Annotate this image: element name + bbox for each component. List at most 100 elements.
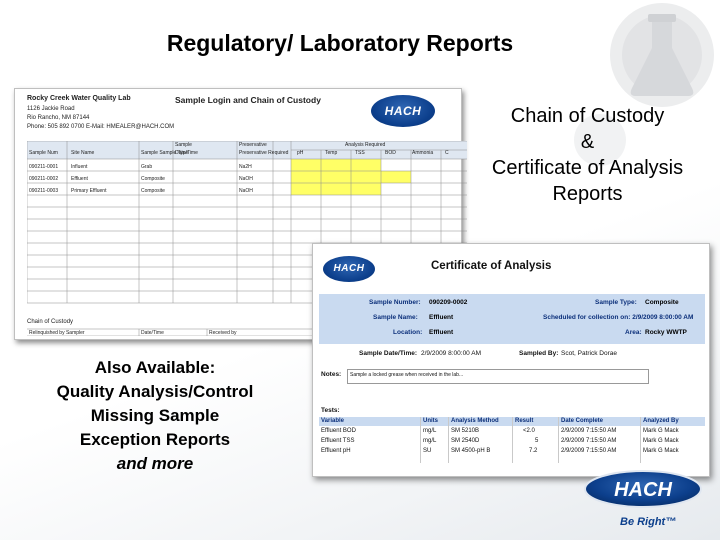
coc-col-date-time: Date/Time — [175, 150, 198, 156]
sample-number-label: Sample Number: — [369, 299, 421, 306]
coc-heading: Sample Login and Chain of Custody — [175, 95, 321, 105]
coc-row-2-type: Composite — [141, 176, 165, 182]
lab-address-2: Rio Rancho, NM 87144 — [27, 115, 90, 121]
caption-line-4: Reports — [552, 183, 623, 205]
tests-col-analyzed-by: Analyzed By — [643, 418, 679, 424]
coc-col-c: C — [445, 150, 449, 156]
footer-tagline: Be Right™ — [620, 516, 676, 528]
also-line-2: Quality Analysis/Control — [56, 382, 254, 401]
test-variable: Effluent BOD — [321, 428, 356, 434]
test-method: SM 2540D — [451, 438, 480, 444]
test-analyst: Mark G Mack — [643, 448, 679, 454]
coc-col-sample-num: Sample Num — [29, 150, 58, 156]
coc-col-temp: Temp — [325, 150, 338, 156]
also-line-1: Also Available: — [94, 358, 216, 377]
test-date: 2/9/2009 7:15:50 AM — [561, 448, 617, 454]
test-result: 7.2 — [529, 448, 538, 454]
test-analyst: Mark G Mack — [643, 438, 679, 444]
certificate-of-analysis-document: HACH Certificate of Analysis Sample Numb… — [312, 243, 710, 477]
scheduled-collection: Scheduled for collection on: 2/9/2009 8:… — [543, 314, 694, 321]
test-date: 2/9/2009 7:15:50 AM — [561, 438, 617, 444]
coc-row-2-pres: NaOH — [239, 176, 253, 182]
tests-divider — [420, 417, 421, 463]
tests-col-date-complete: Date Complete — [561, 418, 604, 424]
coc-row-2-num: 090211-0002 — [29, 176, 59, 182]
coc-col-ammonia: Ammonia — [412, 150, 434, 156]
lab-name: Rocky Creek Water Quality Lab — [27, 95, 131, 102]
coc-group-preservative: Preservative — [239, 142, 267, 148]
coc-row-1-type: Grab — [141, 164, 153, 170]
slide-title: Regulatory/ Laboratory Reports — [166, 30, 514, 56]
custody-col-relinquished: Relinquished by Sampler — [29, 330, 85, 336]
test-method: SM 5210B — [451, 428, 480, 434]
area-value: Rocky WWTP — [645, 329, 687, 336]
hach-logo: HACH — [371, 95, 435, 127]
tests-col-variable: Variable — [321, 418, 345, 424]
test-analyst: Mark G Mack — [643, 428, 679, 434]
custody-heading: Chain of Custody — [27, 319, 74, 325]
location-value: Effluent — [429, 329, 454, 336]
coc-row-3-type: Composite — [141, 188, 165, 194]
coc-col-site-name: Site Name — [71, 150, 95, 156]
hach-footer-logo: HACH Be Right™ — [584, 470, 702, 528]
sample-type-label: Sample Type: — [595, 299, 637, 306]
caption-line-1: Chain of Custody — [510, 105, 665, 127]
coc-row-1-site: Influent — [71, 164, 88, 170]
tests-divider — [512, 417, 513, 463]
coc-group-sample: Sample — [175, 142, 192, 148]
coa-title: Certificate of Analysis — [431, 260, 552, 272]
test-date: 2/9/2009 7:15:50 AM — [561, 428, 617, 434]
lab-phone: Phone: 505 892 0700 E-Mail: HMEALER@HACH… — [27, 124, 175, 130]
tests-divider — [558, 417, 559, 463]
sample-name-value: Effluent — [429, 314, 454, 321]
coc-row-3-num: 090211-0003 — [29, 188, 59, 194]
lab-address-1: 1126 Jackie Road — [27, 106, 75, 112]
custody-col-received: Received by — [209, 330, 237, 336]
also-more: and more — [116, 454, 194, 473]
tests-label: Tests: — [321, 407, 340, 414]
area-label: Area: — [625, 329, 642, 336]
sample-date-time-label: Sample Date/Time: — [359, 350, 418, 357]
test-units: mg/L — [423, 438, 437, 444]
caption-line-3: Certificate of Analysis — [491, 157, 684, 179]
location-label: Location: — [393, 329, 423, 336]
coc-col-tss: TSS — [355, 150, 365, 156]
tests-divider — [640, 417, 641, 463]
coc-col-ph: pH — [297, 150, 304, 156]
notes-value: Sample a locked grease when received in … — [350, 372, 464, 378]
test-result: 5 — [535, 438, 539, 444]
reports-caption: Chain of Custody & Certificate of Analys… — [455, 103, 720, 207]
sample-name-label: Sample Name: — [373, 314, 418, 321]
also-line-4: Exception Reports — [79, 430, 231, 449]
caption-line-2: & — [580, 131, 595, 153]
coc-row-3-site: Primary Effluent — [71, 188, 107, 194]
footer-logo-text: HACH — [614, 479, 672, 501]
coa-sample-info: Sample Number: 090209-0002 Sample Name: … — [319, 294, 705, 344]
coc-row-3-pres: NaOH — [239, 188, 253, 194]
test-variable: Effluent TSS — [321, 438, 355, 444]
test-method: SM 4500-pH B — [451, 448, 491, 454]
coc-col-bod: BOD — [385, 150, 396, 156]
sampled-by-value: Scot, Patrick Dorae — [561, 350, 617, 357]
hach-logo: HACH — [323, 256, 375, 282]
test-units: SU — [423, 448, 432, 454]
sample-number-value: 090209-0002 — [429, 299, 468, 306]
coc-row-1-num: 090211-0001 — [29, 164, 59, 170]
tests-col-result: Result — [515, 418, 534, 424]
tests-col-units: Units — [423, 418, 438, 424]
tests-divider — [448, 417, 449, 463]
sample-type-value: Composite — [645, 299, 679, 306]
sampled-by-label: Sampled By: — [519, 350, 559, 357]
test-result: <2.0 — [523, 428, 535, 434]
also-available-list: Also Available: Quality Analysis/Control… — [20, 356, 290, 476]
test-units: mg/L — [423, 428, 437, 434]
coc-group-analysis: Analysis Required — [345, 142, 386, 148]
notes-label: Notes: — [321, 371, 342, 378]
coc-row-2-site: Effluent — [71, 176, 88, 182]
custody-col-date-time: Date/Time — [141, 330, 164, 336]
sample-date-time-value: 2/9/2009 8:00:00 AM — [421, 350, 481, 357]
notes-box: Sample a locked grease when received in … — [347, 369, 649, 384]
tests-col-method: Analysis Method — [451, 418, 499, 424]
test-variable: Effluent pH — [321, 448, 351, 454]
coc-row-1-pres: Na2H — [239, 164, 252, 170]
